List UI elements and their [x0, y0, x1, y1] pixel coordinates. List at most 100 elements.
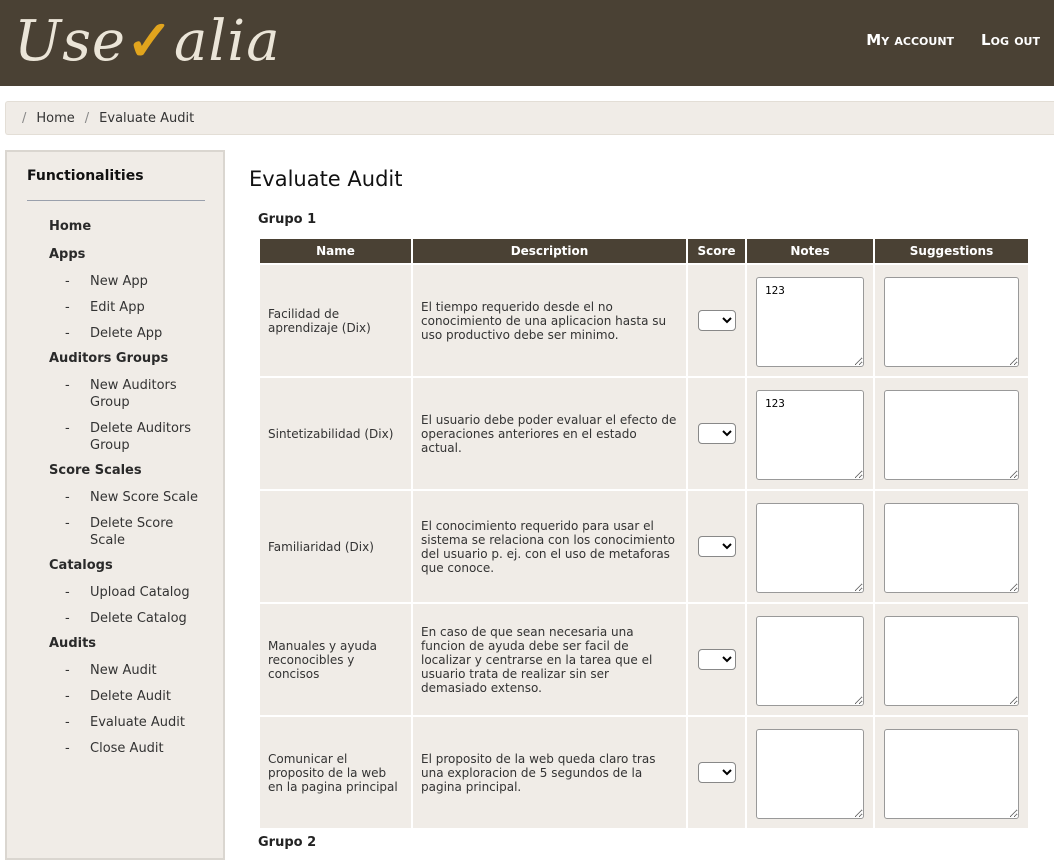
sidebar-item-edit-app[interactable]: - Edit App — [49, 299, 209, 316]
bullet-dash: - — [65, 715, 70, 730]
suggestions-cell — [875, 491, 1028, 602]
breadcrumb-separator: / — [84, 110, 90, 126]
checkmark-icon: ✓ — [126, 8, 174, 74]
page-title: Evaluate Audit — [249, 167, 403, 191]
sidebar-item-close-audit[interactable]: - Close Audit — [49, 740, 209, 757]
sidebar-item-delete-app[interactable]: - Delete App — [49, 325, 209, 342]
score-select[interactable] — [697, 536, 736, 557]
suggestions-cell — [875, 717, 1028, 828]
bullet-dash: - — [65, 741, 70, 756]
column-header-notes: Notes — [747, 239, 873, 263]
breadcrumb-home[interactable]: Home — [36, 111, 74, 126]
bullet-dash: - — [65, 300, 70, 315]
sidebar-section-audits: Audits - New Audit - Delete Audit - Evaluat… — [49, 635, 209, 757]
notes-cell — [747, 604, 873, 715]
bullet-dash: - — [65, 490, 70, 505]
sidebar-item-label: Upload Catalog — [90, 585, 190, 600]
criterion-name: Familiaridad (Dix) — [260, 491, 411, 602]
sidebar-menu: Home Apps - New App - Edit App - Delete App… — [49, 216, 209, 765]
sidebar-item-label: Delete Score Scale — [90, 516, 174, 548]
table-row: Sintetizabilidad (Dix) El usuario debe p… — [260, 378, 1028, 489]
suggestions-textarea[interactable] — [884, 389, 1019, 480]
bullet-dash: - — [65, 663, 70, 678]
group-title: Grupo 1 — [258, 212, 317, 227]
score-select[interactable] — [697, 310, 736, 331]
bullet-dash: - — [65, 274, 70, 289]
sidebar-item-label: Delete Catalog — [90, 611, 187, 626]
suggestions-textarea[interactable] — [884, 615, 1019, 706]
notes-cell — [747, 491, 873, 602]
sidebar-section-auditors-groups: Auditors Groups - New Auditors Group - Del… — [49, 350, 209, 454]
criterion-description: El usuario debe poder evaluar el efecto … — [413, 378, 686, 489]
sidebar-item-new-app[interactable]: - New App — [49, 273, 209, 290]
sidebar-item-label: New Audit — [90, 663, 157, 678]
bullet-dash: - — [65, 326, 70, 341]
notes-textarea[interactable] — [756, 728, 864, 819]
sidebar-section-label: Score Scales — [49, 463, 142, 478]
sidebar-item-new-auditors-group[interactable]: - New Auditors Group — [49, 377, 209, 411]
sidebar-item-new-audit[interactable]: - New Audit — [49, 662, 209, 679]
criterion-description: El conocimiento requerido para usar el s… — [413, 491, 686, 602]
logo-text-start: Use — [14, 9, 127, 74]
sidebar-section-label: Apps — [49, 247, 86, 262]
sidebar-item-delete-score-scale[interactable]: - Delete Score Scale — [49, 515, 209, 549]
column-header-name: Name — [260, 239, 411, 263]
score-cell — [688, 604, 745, 715]
sidebar-item-upload-catalog[interactable]: - Upload Catalog — [49, 584, 209, 601]
criterion-description: El tiempo requerido desde el no conocimi… — [413, 265, 686, 376]
notes-textarea[interactable]: 123 — [756, 389, 864, 480]
my-account-link[interactable]: My account — [866, 31, 954, 49]
table-header-row: Name Description Score Notes Suggestions — [260, 239, 1028, 263]
suggestions-cell — [875, 604, 1028, 715]
sidebar-item-label: Delete Audit — [90, 689, 171, 704]
score-cell — [688, 717, 745, 828]
breadcrumb-current: Evaluate Audit — [99, 110, 195, 126]
notes-textarea[interactable] — [756, 502, 864, 593]
suggestions-textarea[interactable] — [884, 728, 1019, 819]
bullet-dash: - — [65, 378, 70, 393]
suggestions-textarea[interactable] — [884, 276, 1019, 367]
sidebar-item-delete-catalog[interactable]: - Delete Catalog — [49, 610, 209, 627]
sidebar-section-label: Auditors Groups — [49, 351, 169, 366]
bullet-dash: - — [65, 611, 70, 626]
score-select[interactable] — [697, 649, 736, 670]
criterion-name: Sintetizabilidad (Dix) — [260, 378, 411, 489]
sidebar-item-delete-auditors-group[interactable]: - Delete Auditors Group — [49, 420, 209, 454]
notes-cell: 123 — [747, 378, 873, 489]
sidebar-divider — [27, 200, 205, 201]
score-cell — [688, 491, 745, 602]
column-header-description: Description — [413, 239, 686, 263]
log-out-link[interactable]: Log out — [981, 31, 1040, 49]
suggestions-cell — [875, 378, 1028, 489]
sidebar-item-label: Evaluate Audit — [90, 715, 186, 730]
sidebar-item-label: New App — [90, 274, 148, 289]
group-title: Grupo 2 — [258, 835, 317, 850]
score-cell — [688, 378, 745, 489]
sidebar-section-catalogs: Catalogs - Upload Catalog - Delete Catalog — [49, 557, 209, 627]
sidebar-section-score-scales: Score Scales - New Score Scale - Delete Sc… — [49, 462, 209, 549]
table-row: Manuales y ayuda reconocibles y concisos… — [260, 604, 1028, 715]
sidebar-item-label: Delete Auditors Group — [90, 421, 192, 453]
notes-textarea[interactable]: 123 — [756, 276, 864, 367]
score-select[interactable] — [697, 423, 736, 444]
evaluation-table: Name Description Score Notes Suggestions… — [258, 237, 1030, 830]
sidebar-item-home[interactable]: Home — [49, 216, 209, 242]
app-header: Use✓alia My account Log out — [0, 0, 1054, 86]
sidebar-item-label: Delete App — [90, 326, 163, 341]
column-header-score: Score — [688, 239, 745, 263]
bullet-dash: - — [65, 516, 70, 531]
sidebar-section-label: Catalogs — [49, 558, 113, 573]
criterion-description: El proposito de la web queda claro tras … — [413, 717, 686, 828]
criterion-name: Manuales y ayuda reconocibles y concisos — [260, 604, 411, 715]
notes-textarea[interactable] — [756, 615, 864, 706]
sidebar-item-label: Close Audit — [90, 741, 164, 756]
sidebar-item-evaluate-audit[interactable]: - Evaluate Audit — [49, 714, 209, 731]
top-nav: My account Log out — [866, 31, 1040, 49]
sidebar-item-new-score-scale[interactable]: - New Score Scale — [49, 489, 209, 506]
table-row: Comunicar el proposito de la web en la p… — [260, 717, 1028, 828]
column-header-suggestions: Suggestions — [875, 239, 1028, 263]
usevalia-logo[interactable]: Use✓alia — [14, 6, 281, 76]
sidebar-item-delete-audit[interactable]: - Delete Audit — [49, 688, 209, 705]
score-select[interactable] — [697, 762, 736, 783]
suggestions-textarea[interactable] — [884, 502, 1019, 593]
